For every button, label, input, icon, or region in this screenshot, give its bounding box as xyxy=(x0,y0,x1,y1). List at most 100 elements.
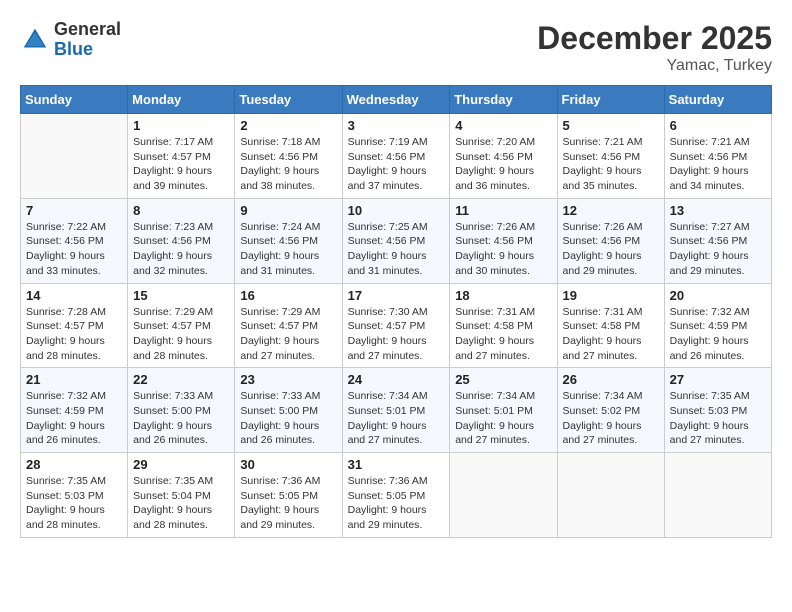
day-info: Sunrise: 7:30 AM Sunset: 4:57 PM Dayligh… xyxy=(348,305,445,364)
day-cell: 26 Sunrise: 7:34 AM Sunset: 5:02 PM Dayli… xyxy=(557,368,664,453)
day-cell: 6 Sunrise: 7:21 AM Sunset: 4:56 PM Daylig… xyxy=(664,114,771,199)
day-number: 2 xyxy=(240,118,336,133)
calendar-header: SundayMondayTuesdayWednesdayThursdayFrid… xyxy=(21,86,772,114)
week-row-4: 21 Sunrise: 7:32 AM Sunset: 4:59 PM Dayli… xyxy=(21,368,772,453)
day-number: 13 xyxy=(670,203,766,218)
day-cell xyxy=(21,114,128,199)
day-cell: 23 Sunrise: 7:33 AM Sunset: 5:00 PM Dayli… xyxy=(235,368,342,453)
day-number: 25 xyxy=(455,372,551,387)
week-row-3: 14Sunrise: 7:28 AM Sunset: 4:57 PM Dayli… xyxy=(21,283,772,368)
day-cell: 27 Sunrise: 7:35 AM Sunset: 5:03 PM Dayli… xyxy=(664,368,771,453)
day-info: Sunrise: 7:18 AM Sunset: 4:56 PM Dayligh… xyxy=(240,135,336,194)
day-info: Sunrise: 7:22 AM Sunset: 4:56 PM Dayligh… xyxy=(26,220,122,279)
day-info: Sunrise: 7:35 AM Sunset: 5:03 PM Dayligh… xyxy=(670,389,766,448)
day-cell: 13 Sunrise: 7:27 AM Sunset: 4:56 PM Dayli… xyxy=(664,198,771,283)
day-info: Sunrise: 7:21 AM Sunset: 4:56 PM Dayligh… xyxy=(563,135,659,194)
page-header: General Blue December 2025 Yamac, Turkey xyxy=(20,20,772,75)
header-thursday: Thursday xyxy=(450,86,557,114)
day-number: 8 xyxy=(133,203,229,218)
day-number: 17 xyxy=(348,288,445,303)
day-number: 12 xyxy=(563,203,659,218)
day-info: Sunrise: 7:27 AM Sunset: 4:56 PM Dayligh… xyxy=(670,220,766,279)
day-number: 1 xyxy=(133,118,229,133)
title-block: December 2025 Yamac, Turkey xyxy=(537,20,772,75)
header-sunday: Sunday xyxy=(21,86,128,114)
day-info: Sunrise: 7:33 AM Sunset: 5:00 PM Dayligh… xyxy=(240,389,336,448)
day-info: Sunrise: 7:26 AM Sunset: 4:56 PM Dayligh… xyxy=(563,220,659,279)
day-number: 14 xyxy=(26,288,122,303)
day-number: 18 xyxy=(455,288,551,303)
day-info: Sunrise: 7:26 AM Sunset: 4:56 PM Dayligh… xyxy=(455,220,551,279)
day-info: Sunrise: 7:36 AM Sunset: 5:05 PM Dayligh… xyxy=(240,474,336,533)
day-cell: 31Sunrise: 7:36 AM Sunset: 5:05 PM Dayli… xyxy=(342,453,450,538)
day-number: 23 xyxy=(240,372,336,387)
day-cell: 21 Sunrise: 7:32 AM Sunset: 4:59 PM Dayli… xyxy=(21,368,128,453)
day-cell: 2 Sunrise: 7:18 AM Sunset: 4:56 PM Daylig… xyxy=(235,114,342,199)
day-info: Sunrise: 7:17 AM Sunset: 4:57 PM Dayligh… xyxy=(133,135,229,194)
day-cell: 24Sunrise: 7:34 AM Sunset: 5:01 PM Dayli… xyxy=(342,368,450,453)
day-info: Sunrise: 7:35 AM Sunset: 5:04 PM Dayligh… xyxy=(133,474,229,533)
day-info: Sunrise: 7:23 AM Sunset: 4:56 PM Dayligh… xyxy=(133,220,229,279)
calendar-body: 1 Sunrise: 7:17 AM Sunset: 4:57 PM Daylig… xyxy=(21,114,772,538)
day-number: 28 xyxy=(26,457,122,472)
day-number: 21 xyxy=(26,372,122,387)
day-cell: 12 Sunrise: 7:26 AM Sunset: 4:56 PM Dayli… xyxy=(557,198,664,283)
day-cell xyxy=(557,453,664,538)
header-monday: Monday xyxy=(128,86,235,114)
day-info: Sunrise: 7:34 AM Sunset: 5:02 PM Dayligh… xyxy=(563,389,659,448)
day-cell: 11Sunrise: 7:26 AM Sunset: 4:56 PM Dayli… xyxy=(450,198,557,283)
day-cell: 15Sunrise: 7:29 AM Sunset: 4:57 PM Dayli… xyxy=(128,283,235,368)
day-info: Sunrise: 7:31 AM Sunset: 4:58 PM Dayligh… xyxy=(563,305,659,364)
day-number: 7 xyxy=(26,203,122,218)
week-row-5: 28 Sunrise: 7:35 AM Sunset: 5:03 PM Dayli… xyxy=(21,453,772,538)
day-cell: 14Sunrise: 7:28 AM Sunset: 4:57 PM Dayli… xyxy=(21,283,128,368)
day-cell: 17 Sunrise: 7:30 AM Sunset: 4:57 PM Dayli… xyxy=(342,283,450,368)
header-tuesday: Tuesday xyxy=(235,86,342,114)
day-cell: 3Sunrise: 7:19 AM Sunset: 4:56 PM Daylig… xyxy=(342,114,450,199)
day-info: Sunrise: 7:33 AM Sunset: 5:00 PM Dayligh… xyxy=(133,389,229,448)
day-info: Sunrise: 7:36 AM Sunset: 5:05 PM Dayligh… xyxy=(348,474,445,533)
day-cell: 16 Sunrise: 7:29 AM Sunset: 4:57 PM Dayli… xyxy=(235,283,342,368)
day-info: Sunrise: 7:25 AM Sunset: 4:56 PM Dayligh… xyxy=(348,220,445,279)
week-row-1: 1 Sunrise: 7:17 AM Sunset: 4:57 PM Daylig… xyxy=(21,114,772,199)
day-info: Sunrise: 7:24 AM Sunset: 4:56 PM Dayligh… xyxy=(240,220,336,279)
day-info: Sunrise: 7:29 AM Sunset: 4:57 PM Dayligh… xyxy=(133,305,229,364)
day-cell: 25 Sunrise: 7:34 AM Sunset: 5:01 PM Dayli… xyxy=(450,368,557,453)
day-number: 29 xyxy=(133,457,229,472)
day-cell: 9Sunrise: 7:24 AM Sunset: 4:56 PM Daylig… xyxy=(235,198,342,283)
month-title: December 2025 xyxy=(537,20,772,57)
location: Yamac, Turkey xyxy=(537,57,772,75)
day-number: 26 xyxy=(563,372,659,387)
day-cell: 5Sunrise: 7:21 AM Sunset: 4:56 PM Daylig… xyxy=(557,114,664,199)
week-row-2: 7 Sunrise: 7:22 AM Sunset: 4:56 PM Daylig… xyxy=(21,198,772,283)
day-cell: 28 Sunrise: 7:35 AM Sunset: 5:03 PM Dayli… xyxy=(21,453,128,538)
logo-general: General xyxy=(54,20,121,40)
logo-icon xyxy=(20,25,50,55)
logo-text: General Blue xyxy=(54,20,121,60)
day-info: Sunrise: 7:35 AM Sunset: 5:03 PM Dayligh… xyxy=(26,474,122,533)
day-info: Sunrise: 7:19 AM Sunset: 4:56 PM Dayligh… xyxy=(348,135,445,194)
day-info: Sunrise: 7:32 AM Sunset: 4:59 PM Dayligh… xyxy=(26,389,122,448)
day-info: Sunrise: 7:21 AM Sunset: 4:56 PM Dayligh… xyxy=(670,135,766,194)
day-info: Sunrise: 7:32 AM Sunset: 4:59 PM Dayligh… xyxy=(670,305,766,364)
day-cell: 22Sunrise: 7:33 AM Sunset: 5:00 PM Dayli… xyxy=(128,368,235,453)
day-cell: 19Sunrise: 7:31 AM Sunset: 4:58 PM Dayli… xyxy=(557,283,664,368)
day-number: 27 xyxy=(670,372,766,387)
day-cell: 8 Sunrise: 7:23 AM Sunset: 4:56 PM Daylig… xyxy=(128,198,235,283)
day-number: 16 xyxy=(240,288,336,303)
day-cell xyxy=(664,453,771,538)
day-info: Sunrise: 7:29 AM Sunset: 4:57 PM Dayligh… xyxy=(240,305,336,364)
day-cell: 10 Sunrise: 7:25 AM Sunset: 4:56 PM Dayli… xyxy=(342,198,450,283)
day-cell: 20 Sunrise: 7:32 AM Sunset: 4:59 PM Dayli… xyxy=(664,283,771,368)
day-cell: 30Sunrise: 7:36 AM Sunset: 5:05 PM Dayli… xyxy=(235,453,342,538)
day-number: 6 xyxy=(670,118,766,133)
day-cell: 29 Sunrise: 7:35 AM Sunset: 5:04 PM Dayli… xyxy=(128,453,235,538)
logo: General Blue xyxy=(20,20,121,60)
day-number: 10 xyxy=(348,203,445,218)
header-row: SundayMondayTuesdayWednesdayThursdayFrid… xyxy=(21,86,772,114)
day-cell: 4Sunrise: 7:20 AM Sunset: 4:56 PM Daylig… xyxy=(450,114,557,199)
header-saturday: Saturday xyxy=(664,86,771,114)
day-number: 24 xyxy=(348,372,445,387)
day-info: Sunrise: 7:34 AM Sunset: 5:01 PM Dayligh… xyxy=(455,389,551,448)
day-number: 20 xyxy=(670,288,766,303)
